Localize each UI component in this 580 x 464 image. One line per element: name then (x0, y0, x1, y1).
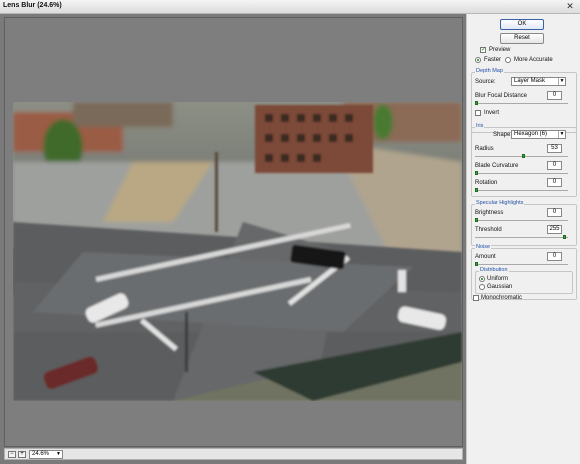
chevron-down-icon: ▼ (56, 451, 61, 457)
slider-thumb[interactable] (475, 188, 478, 192)
uniform-label: Uniform (487, 276, 509, 282)
focal-distance-input[interactable]: 0 (547, 91, 562, 100)
preview-label: Preview (489, 47, 511, 53)
radius-label: Radius (475, 146, 494, 152)
chevron-down-icon: ▼ (558, 131, 565, 138)
blade-curvature-label: Blade Curvature (475, 163, 519, 169)
uniform-radio[interactable] (479, 276, 485, 282)
blurred-street-photo (13, 102, 462, 401)
ok-button[interactable]: OK (500, 19, 544, 30)
more-accurate-label: More Accurate (514, 57, 553, 63)
zoom-in-button[interactable]: + (18, 451, 26, 458)
radius-slider[interactable] (475, 154, 568, 158)
zoom-out-button[interactable]: − (8, 451, 16, 458)
amount-slider[interactable] (475, 262, 568, 266)
distribution-title: Distribution (479, 267, 509, 273)
zoom-value: 24.6% (32, 451, 50, 457)
noise-title: Noise (475, 244, 492, 250)
source-select[interactable]: Layer Mask ▼ (511, 77, 566, 86)
blade-curvature-input[interactable]: 0 (547, 161, 562, 170)
rotation-input[interactable]: 0 (547, 178, 562, 187)
threshold-slider[interactable] (475, 235, 568, 239)
distribution-group (475, 271, 573, 294)
source-value: Layer Mask (514, 78, 546, 84)
brightness-slider[interactable] (475, 218, 568, 222)
blade-curvature-slider[interactable] (475, 171, 568, 175)
brightness-label: Brightness (475, 210, 504, 216)
focal-distance-label: Blur Focal Distance (475, 93, 528, 99)
shape-select[interactable]: Hexagon (6) ▼ (511, 130, 566, 139)
radius-input[interactable]: 53 (547, 144, 562, 153)
preview-image (13, 102, 462, 401)
reset-button[interactable]: Reset (500, 33, 544, 44)
slider-thumb[interactable] (522, 154, 525, 158)
iris-title: Iris (475, 123, 485, 129)
specular-title: Specular Highlights (475, 200, 525, 206)
more-accurate-radio[interactable] (505, 57, 511, 63)
invert-checkbox[interactable] (475, 110, 481, 116)
slider-thumb[interactable] (475, 262, 478, 266)
amount-label: Amount (475, 254, 496, 260)
rotation-slider[interactable] (475, 188, 568, 192)
invert-label: Invert (484, 110, 500, 116)
brightness-input[interactable]: 0 (547, 208, 562, 217)
monochromatic-checkbox[interactable] (473, 295, 479, 301)
slider-thumb[interactable] (475, 218, 478, 222)
window-title: Lens Blur (24.6%) (3, 2, 62, 9)
control-panel: OK Reset ✓ Preview Faster More Accurate … (466, 14, 580, 464)
monochromatic-label: Monochromatic (481, 295, 523, 301)
faster-radio[interactable] (475, 57, 481, 63)
slider-thumb[interactable] (475, 171, 478, 175)
preview-canvas[interactable] (4, 17, 463, 447)
slider-thumb[interactable] (563, 235, 566, 239)
chevron-down-icon: ▼ (558, 78, 565, 85)
source-label: Source: (475, 79, 496, 85)
close-icon[interactable]: ✕ (564, 1, 576, 12)
faster-label: Faster (484, 57, 502, 63)
threshold-input[interactable]: 255 (547, 225, 562, 234)
threshold-label: Threshold (475, 227, 502, 233)
shape-label: Shape: (493, 132, 513, 138)
rotation-label: Rotation (475, 180, 498, 186)
preview-checkbox[interactable]: ✓ (480, 47, 486, 53)
gaussian-radio[interactable] (479, 284, 485, 290)
title-bar: Lens Blur (24.6%) ✕ (0, 0, 580, 14)
zoom-select[interactable]: 24.6% ▼ (29, 450, 63, 459)
amount-input[interactable]: 0 (547, 252, 562, 261)
focal-distance-slider[interactable] (475, 101, 568, 105)
gaussian-label: Gaussian (487, 284, 513, 290)
shape-value: Hexagon (6) (514, 131, 548, 137)
zoom-bar: − + 24.6% ▼ (4, 448, 463, 460)
slider-thumb[interactable] (475, 101, 478, 105)
depth-map-title: Depth Map (475, 68, 504, 74)
